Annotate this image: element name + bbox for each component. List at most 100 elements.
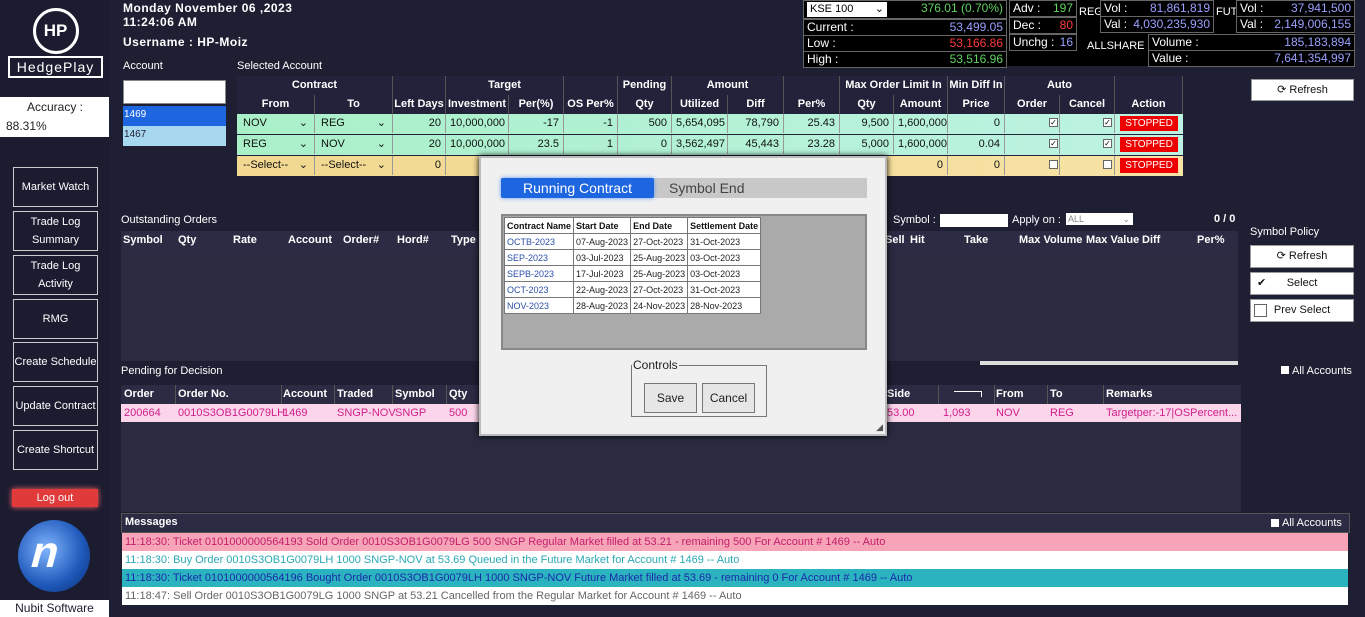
auto-cancel-checkbox[interactable] (1103, 160, 1112, 169)
username: Username : HP-Moiz (123, 35, 249, 49)
per-input[interactable]: 23.5 (509, 135, 564, 154)
tab-symbol-end[interactable]: Symbol End (659, 178, 867, 198)
refresh-button[interactable]: ⟳ Refresh (1251, 79, 1354, 101)
policy-refresh-button[interactable]: ⟳ Refresh (1250, 245, 1354, 268)
auto-order-checkbox[interactable]: ✓ (1049, 139, 1058, 148)
auto-cancel-checkbox[interactable]: ✓ (1103, 118, 1112, 127)
contract-row[interactable]: NOV-2023 28-Aug-2023 24-Nov-2023 28-Nov-202… (503, 297, 762, 314)
col-from: From (996, 385, 1048, 404)
utilized: 5,654,095 (672, 114, 728, 133)
contract-row[interactable]: OCTB-2023 07-Aug-2023 27-Oct-2023 31-Oct-20… (503, 233, 762, 250)
contract-row[interactable]: SEP-2023 03-Jul-2023 25-Aug-2023 03-Oct-202… (503, 249, 762, 266)
pending-qty: 500 (618, 114, 672, 133)
nav-update-contract[interactable]: Update Contract (13, 386, 98, 426)
tab-running-contract[interactable]: Running Contract (501, 178, 654, 198)
index-select[interactable]: KSE 100 ⌄ (807, 2, 887, 17)
min-price-input[interactable]: 0.04 (948, 135, 1005, 154)
col-os-per: OS Per% (564, 95, 618, 114)
message-item: 11:18:47: Sell Order 0010S3OB1G0079LG 10… (122, 587, 1348, 605)
nav-market-watch[interactable]: Market Watch (13, 167, 98, 207)
auto-cancel-checkbox[interactable]: ✓ (1103, 139, 1112, 148)
per-input[interactable]: -17 (509, 114, 564, 133)
to-select[interactable]: NOV ⌄ (315, 135, 393, 154)
fut-vol-row: Vol :37,941,500 (1236, 0, 1355, 17)
from-select[interactable]: --Select-- ⌄ (237, 156, 315, 175)
col-account: Account (288, 234, 332, 246)
apply-on-label: Apply on : (1012, 214, 1061, 226)
all-accounts-label: All Accounts (1292, 365, 1352, 377)
market-summary: KSE 100 ⌄ 376.01 (0.70%) Current :53,499.… (803, 0, 1355, 68)
contract-row[interactable]: SEPB-2023 17-Jul-2023 25-Aug-2023 03-Oct-20… (503, 265, 762, 282)
apply-on-select[interactable]: ALL ⌄ (1066, 213, 1133, 225)
stopped-button[interactable]: STOPPED (1120, 158, 1178, 173)
col-auto-cancel: Cancel (1060, 95, 1115, 114)
left-days: 20 (393, 114, 446, 133)
investment-input[interactable]: 10,000,000 (446, 135, 509, 154)
save-button[interactable]: Save (644, 383, 697, 413)
cancel-button[interactable]: Cancel (702, 383, 755, 413)
scrollbar[interactable] (980, 361, 1238, 365)
index-change: 376.01 (0.70%) (920, 1, 1003, 15)
account-search-input[interactable] (123, 80, 226, 104)
col-per: Per% (1197, 234, 1225, 246)
per2: 23.28 (784, 135, 840, 154)
max-amount-input[interactable]: 1,600,000 (894, 135, 948, 154)
message-item: 11:18:30: Ticket 0101000000564196 Bought… (122, 569, 1348, 587)
logout-button[interactable]: Log out (12, 489, 98, 507)
account-option-selected[interactable]: 1469 (123, 106, 226, 126)
current-value: 53,499.05 (949, 20, 1003, 34)
nav-create-shortcut[interactable]: Create Shortcut (13, 430, 98, 470)
nav-trade-log-activity[interactable]: Trade Log Activity (13, 255, 98, 295)
max-qty-input[interactable]: 9,500 (840, 114, 894, 133)
min-price-input[interactable]: 0 (948, 114, 1005, 133)
max-qty-input[interactable]: 5,000 (840, 135, 894, 154)
max-amount-input[interactable]: 1,600,000 (894, 114, 948, 133)
controls-group: Controls Save Cancel (631, 358, 767, 417)
col-side: Side (887, 385, 939, 404)
from-select[interactable]: REG ⌄ (237, 135, 315, 154)
policy-select-button[interactable]: ✔ Select (1250, 272, 1354, 295)
nav-create-schedule[interactable]: Create Schedule (13, 342, 98, 382)
pending-qty: 0 (618, 135, 672, 154)
from-select[interactable]: NOV ⌄ (237, 114, 315, 133)
nubit-logo-icon: n (18, 520, 90, 592)
account-option[interactable]: 1467 (123, 126, 226, 146)
controls-label: Controls (632, 358, 679, 372)
contract-list: Contract Name Start Date End Date Settle… (501, 214, 867, 350)
col-max-amount: Amount (894, 95, 948, 114)
max-amount-input[interactable]: 0 (894, 156, 948, 175)
nav-rmg[interactable]: RMG (13, 299, 98, 339)
contract-row[interactable]: OCT-2023 22-Aug-2023 27-Oct-2023 31-Oct-202… (503, 281, 762, 298)
auto-order-checkbox[interactable] (1049, 160, 1058, 169)
resize-grip-icon[interactable]: ◢ (876, 422, 883, 433)
col-to: To (315, 95, 393, 114)
value-row: Value :7,641,354,997 (1148, 50, 1355, 67)
sidebar: HP HedgePlay Accuracy : 88.31% Market Wa… (0, 0, 109, 617)
min-price-input[interactable]: 0 (948, 156, 1005, 175)
messages-all-accounts-checkbox[interactable] (1271, 519, 1279, 527)
contract-row: NOV ⌄ REG ⌄ 20 10,000,000 -17 -1 500 5,654… (237, 114, 1183, 134)
col-order: Order (124, 385, 176, 404)
to-select[interactable]: --Select-- ⌄ (315, 156, 393, 175)
chevron-down-icon: ⌄ (298, 117, 308, 129)
nav-trade-log-summary[interactable]: Trade Log Summary (13, 211, 98, 251)
current-row: Current :53,499.05 (803, 19, 1007, 36)
stopped-button[interactable]: STOPPED (1120, 116, 1178, 131)
col-rate: Rate (233, 234, 257, 246)
col-to: To (1050, 385, 1104, 404)
auto-order-checkbox[interactable]: ✓ (1049, 118, 1058, 127)
left-days: 0 (393, 156, 446, 175)
symbol-filter-input[interactable] (940, 214, 1008, 227)
col-order-no: Order No. (178, 385, 282, 404)
os-per-input[interactable]: 1 (564, 135, 618, 154)
stopped-button[interactable]: STOPPED (1120, 137, 1178, 152)
policy-prev-select-button[interactable]: Prev Select (1250, 299, 1354, 322)
col-diff: Diff (728, 95, 784, 114)
col-pending-qty: Qty (618, 95, 672, 114)
os-per-input[interactable]: -1 (564, 114, 618, 133)
to-select[interactable]: REG ⌄ (315, 114, 393, 133)
group-header-max-order: Max Order Limit In (840, 76, 948, 95)
all-accounts-checkbox[interactable] (1281, 366, 1289, 374)
fut-val-row: Val :2,149,006,155 (1236, 16, 1355, 33)
investment-input[interactable]: 10,000,000 (446, 114, 509, 133)
